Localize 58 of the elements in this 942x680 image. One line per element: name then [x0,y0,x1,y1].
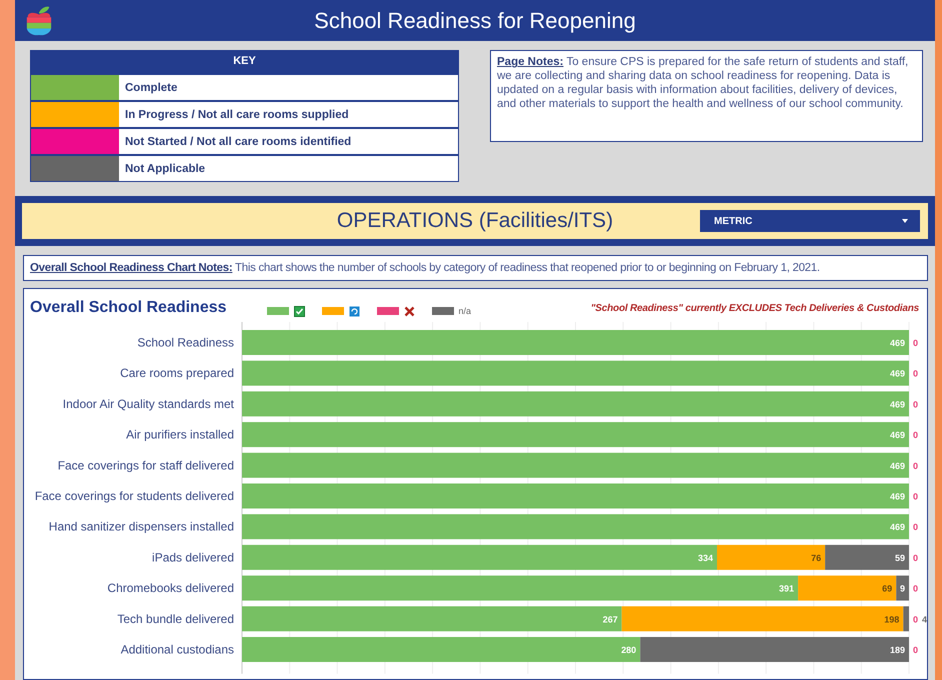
metric-dropdown[interactable]: METRIC [700,210,920,232]
value-label: 469 [890,338,905,348]
apple-logo-icon [25,4,53,37]
category-label: Chromebooks delivered [107,581,234,596]
value-label: 59 [894,553,905,564]
category-label: iPads delivered [152,550,234,565]
refresh-icon [348,306,360,317]
category-label: School Readiness [137,336,234,350]
value-label: 0 [912,645,918,656]
page-notes: Page Notes: To ensure CPS is prepared for the safe return of students and staff, we are collecting and sharing data on school readiness for reopening. Data is updated on a regular basis with information about facilities, delivery of devices, and other materials to support the health and wellness of our school community. [490,50,923,142]
value-label: 391 [779,584,794,594]
value-label: 469 [890,369,905,379]
value-label: 0 [912,584,918,594]
value-label: 0 [912,400,918,410]
section-title: OPERATIONS (Facilities/ITS) [336,209,614,234]
value-label: 0 [912,522,918,532]
value-label: 469 [890,461,905,472]
category-label: Air purifiers installed [126,428,234,442]
value-label: 69 [882,584,892,594]
legend-label: n/a [458,306,472,316]
value-label: 334 [698,553,713,564]
value-label: 0 [912,338,918,348]
value-label: 9 [900,584,905,594]
category-label: Face coverings for staff delivered [58,458,234,473]
value-label: 469 [890,522,905,532]
key-label: Not Started / Not all care rooms identified [124,135,352,150]
chart-title: Overall School Readiness [30,299,227,318]
category-label: Additional custodians [120,642,234,657]
value-label: 469 [890,400,905,410]
chart-note: "School Readiness" currently EXCLUDES Tech Deliveries & Custodians [590,302,919,314]
category-label: Tech bundle delivered [117,612,234,626]
page-title: School Readiness for Reopening [313,8,637,34]
value-label: 0 [912,430,918,440]
caret-icon [902,219,908,224]
value-label: 0 [912,369,918,379]
key-label: Complete [124,81,178,96]
key-label: In Progress / Not all care rooms supplied [124,108,350,124]
category-label: Hand sanitizer dispensers installed [48,520,234,534]
value-label: 4 [922,614,927,625]
checkbox-icon [294,306,305,317]
value-label: 198 [884,614,900,625]
value-label: 76 [811,553,822,564]
category-label: Face coverings for students delivered [34,489,234,504]
category-label: Indoor Air Quality standards met [62,397,234,412]
key-title: KEY [31,51,458,74]
chart-notes: Overall School Readiness Chart Notes: This chart shows the number of schools by category of readiness that reopened prior to or beginning on February 1, 2021. [23,255,928,282]
key-label: Not Applicable [124,162,206,178]
value-label: 0 [912,553,918,564]
value-label: 267 [602,614,618,625]
value-label: 0 [912,492,918,502]
value-label: 0 [912,614,918,625]
value-label: 0 [912,461,918,472]
category-label: Care rooms prepared [120,366,234,380]
value-label: 469 [890,430,905,440]
value-label: 469 [890,492,905,502]
value-label: 189 [890,645,905,656]
value-label: 280 [621,645,636,656]
cross-icon [404,306,415,317]
